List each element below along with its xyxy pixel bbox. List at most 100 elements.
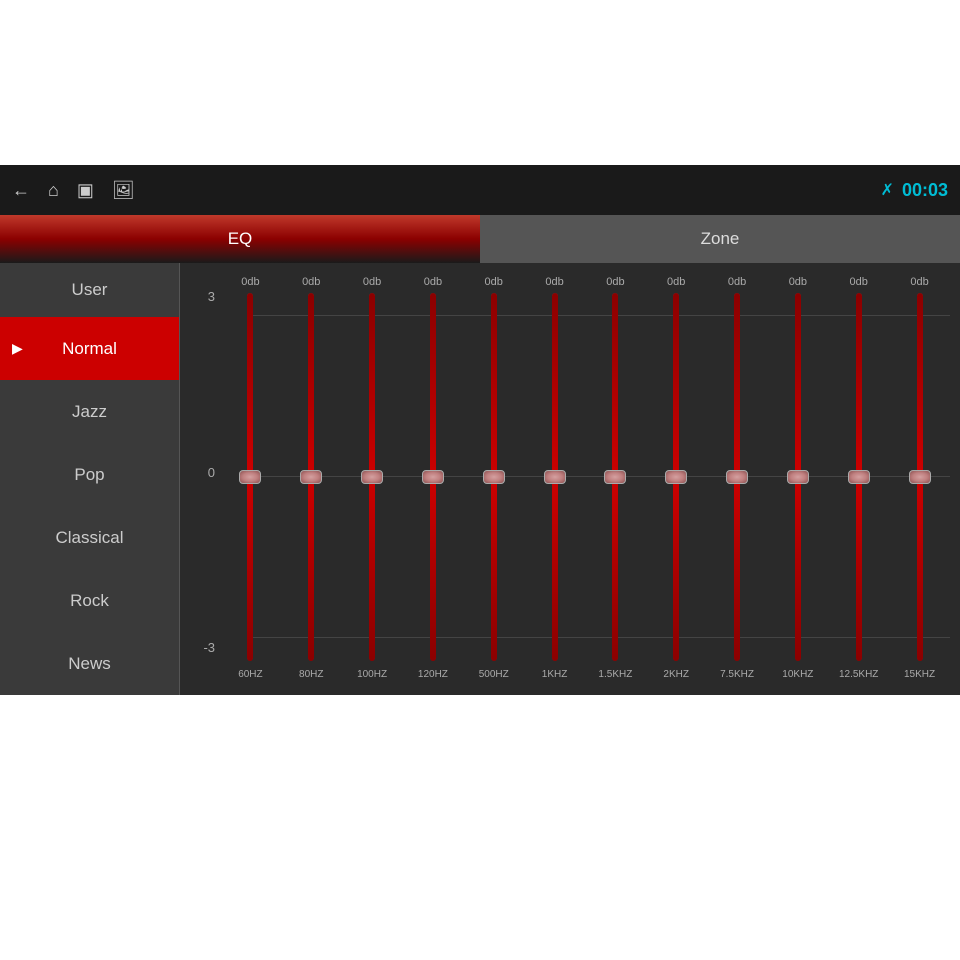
device-screen: ← ⌂ ▣ 🖼 ✗ 00:03 EQ Zone User [0, 165, 960, 695]
slider-col-80hz [281, 293, 342, 661]
db-label-2khz: 0db [646, 271, 707, 293]
db-top-label: 3 [190, 289, 215, 304]
top-bar: ← ⌂ ▣ 🖼 ✗ 00:03 [0, 165, 960, 215]
main-content: User ▶ Normal Jazz Pop Classical Rock [0, 263, 960, 695]
hz-label-500hz: 500HZ [463, 663, 524, 685]
slider-thumb-120hz[interactable] [422, 470, 444, 484]
slider-fill-bottom-500hz [491, 477, 497, 661]
slider-fill-bottom-100hz [369, 477, 375, 661]
slider-col-100hz [342, 293, 403, 661]
nav-buttons: ← ⌂ ▣ 🖼 [12, 180, 135, 201]
slider-col-10khz [767, 293, 828, 661]
db-label-80hz: 0db [281, 271, 342, 293]
back-icon[interactable]: ← [12, 180, 30, 201]
slider-fill-bottom-15khz-2 [917, 477, 923, 661]
slider-fill-top-15khz [612, 293, 618, 477]
hz-label-120hz: 120HZ [402, 663, 463, 685]
slider-track-2khz [673, 293, 679, 661]
hz-label-15khz: 1.5KHZ [585, 663, 646, 685]
sidebar-item-jazz[interactable]: Jazz [0, 380, 179, 443]
slider-col-60hz [220, 293, 281, 661]
slider-thumb-1khz[interactable] [544, 470, 566, 484]
db-label-75khz: 0db [707, 271, 768, 293]
db-label-100hz: 0db [342, 271, 403, 293]
slider-col-15khz [585, 293, 646, 661]
slider-fill-top-80hz [308, 293, 314, 477]
slider-fill-bottom-1khz [552, 477, 558, 661]
hz-label-75khz: 7.5KHZ [707, 663, 768, 685]
slider-track-15khz [612, 293, 618, 661]
slider-thumb-15khz-2[interactable] [909, 470, 931, 484]
sidebar-item-normal[interactable]: ▶ Normal [0, 317, 179, 380]
slider-thumb-100hz[interactable] [361, 470, 383, 484]
slider-thumb-60hz[interactable] [239, 470, 261, 484]
slider-fill-top-60hz [247, 293, 253, 477]
db-labels-row: 0db 0db 0db 0db 0db 0db 0db 0db 0db 0db … [215, 271, 950, 293]
slider-fill-top-15khz-2 [917, 293, 923, 477]
hz-label-2khz: 2KHZ [646, 663, 707, 685]
outer-container: ← ⌂ ▣ 🖼 ✗ 00:03 EQ Zone User [0, 0, 960, 960]
slider-track-15khz-2 [917, 293, 923, 661]
hz-label-10khz: 10KHZ [767, 663, 828, 685]
db-label-125khz: 0db [828, 271, 889, 293]
slider-col-120hz [402, 293, 463, 661]
image-icon[interactable]: 🖼 [112, 180, 135, 201]
slider-fill-bottom-10khz [795, 477, 801, 661]
slider-thumb-80hz[interactable] [300, 470, 322, 484]
slider-fill-top-120hz [430, 293, 436, 477]
sidebar-item-pop[interactable]: Pop [0, 443, 179, 506]
slider-track-60hz [247, 293, 253, 661]
slider-fill-top-1khz [552, 293, 558, 477]
hz-label-60hz: 60HZ [220, 663, 281, 685]
slider-track-80hz [308, 293, 314, 661]
bluetooth-icon: ✗ [881, 180, 894, 200]
slider-fill-bottom-60hz [247, 477, 253, 661]
slider-thumb-10khz[interactable] [787, 470, 809, 484]
slider-fill-bottom-15khz [612, 477, 618, 661]
slider-thumb-15khz[interactable] [604, 470, 626, 484]
sidebar-item-news[interactable]: News [0, 632, 179, 695]
db-label-15khz-2: 0db [889, 271, 950, 293]
slider-fill-top-500hz [491, 293, 497, 477]
db-mid-label: 0 [190, 465, 215, 480]
eq-grid: 3 0 -3 0db 0db 0db 0db 0db 0db [190, 271, 950, 685]
slider-track-10khz [795, 293, 801, 661]
slider-col-1khz [524, 293, 585, 661]
slider-thumb-2khz[interactable] [665, 470, 687, 484]
slider-col-15khz-2 [889, 293, 950, 661]
hz-labels-row: 60HZ 80HZ 100HZ 120HZ 500HZ 1KHZ 1.5KHZ … [215, 663, 950, 685]
sidebar-item-user[interactable]: User [0, 263, 179, 317]
db-label-120hz: 0db [402, 271, 463, 293]
tab-eq[interactable]: EQ [0, 215, 480, 263]
tab-zone[interactable]: Zone [480, 215, 960, 263]
tab-bar: EQ Zone [0, 215, 960, 263]
db-bot-label: -3 [190, 640, 215, 655]
slider-thumb-500hz[interactable] [483, 470, 505, 484]
slider-track-75khz [734, 293, 740, 661]
sidebar-item-rock[interactable]: Rock [0, 569, 179, 632]
eq-area: 3 0 -3 0db 0db 0db 0db 0db 0db [180, 263, 960, 695]
hz-label-100hz: 100HZ [342, 663, 403, 685]
slider-col-75khz [707, 293, 768, 661]
hz-label-80hz: 80HZ [281, 663, 342, 685]
db-label-500hz: 0db [463, 271, 524, 293]
time-display: 00:03 [902, 180, 948, 201]
slider-thumb-75khz[interactable] [726, 470, 748, 484]
hz-label-1khz: 1KHZ [524, 663, 585, 685]
window-icon[interactable]: ▣ [77, 180, 94, 201]
slider-track-500hz [491, 293, 497, 661]
home-icon[interactable]: ⌂ [48, 180, 59, 201]
slider-fill-bottom-120hz [430, 477, 436, 661]
slider-thumb-125khz[interactable] [848, 470, 870, 484]
slider-fill-bottom-125khz [856, 477, 862, 661]
slider-fill-top-125khz [856, 293, 862, 477]
eq-sliders-area: 0db 0db 0db 0db 0db 0db 0db 0db 0db 0db … [215, 271, 950, 685]
sidebar-item-classical[interactable]: Classical [0, 506, 179, 569]
db-label-1khz: 0db [524, 271, 585, 293]
slider-fill-top-100hz [369, 293, 375, 477]
slider-track-120hz [430, 293, 436, 661]
slider-track-1khz [552, 293, 558, 661]
slider-track-125khz [856, 293, 862, 661]
db-label-15khz: 0db [585, 271, 646, 293]
slider-fill-top-2khz [673, 293, 679, 477]
